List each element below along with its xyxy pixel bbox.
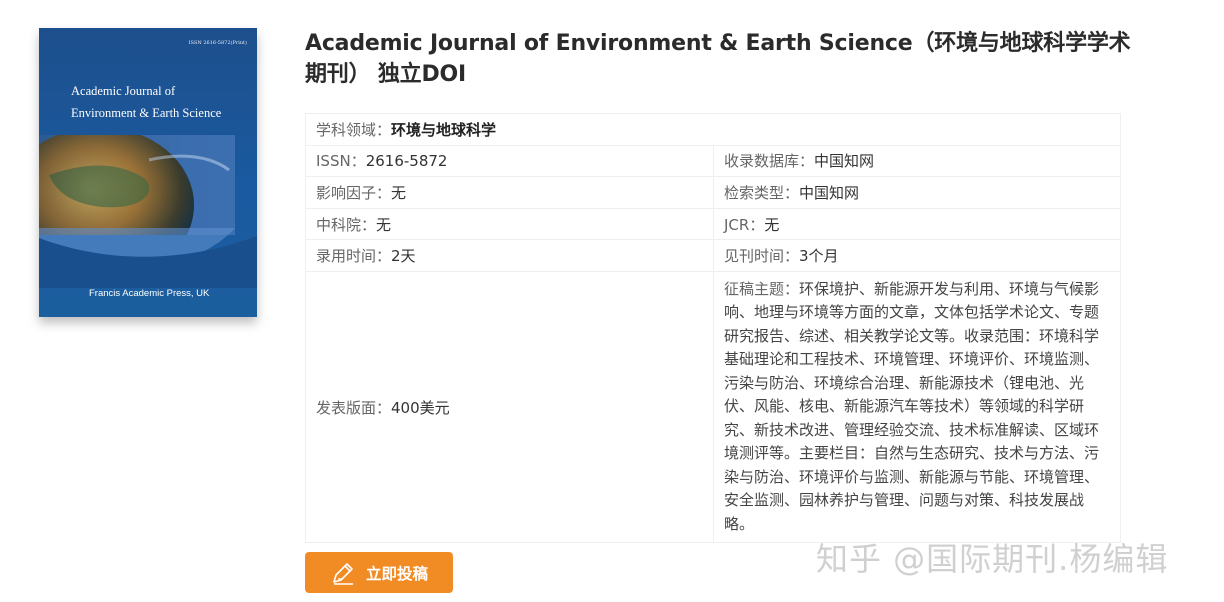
- impact-label: 影响因子：: [316, 183, 392, 202]
- submit-button-label: 立即投稿: [365, 564, 428, 583]
- cas-label: 中科院：: [316, 215, 377, 234]
- jcr-label: JCR：: [724, 215, 765, 234]
- topic-cell: 征稿主题：环保境护、新能源开发与利用、环境与气候影响、地理与环境等方面的文章，文…: [713, 270, 1121, 544]
- topic-label: 征稿主题：: [724, 279, 800, 298]
- table-row: 影响因子：无 检索类型：中国知网: [305, 176, 1121, 209]
- cover-title: Academic Journal of Environment & Earth …: [71, 80, 251, 124]
- database-value: 中国知网: [814, 152, 875, 171]
- table-row: 中科院：无 JCR：无: [305, 207, 1121, 241]
- jcr-value: 无: [764, 215, 780, 234]
- jcr-cell: JCR：无: [713, 207, 1121, 241]
- journal-title: Academic Journal of Environment & Earth …: [305, 31, 1131, 87]
- journal-info-table: 学科领域：环境与地球科学 ISSN：2616-5872 收录数据库：中国知网 影…: [305, 113, 1121, 544]
- search-type-label: 检索类型：: [724, 183, 800, 202]
- field-value: 环境与地球科学: [391, 120, 497, 139]
- cas-cell: 中科院：无: [305, 207, 714, 241]
- topic-value: 环保境护、新能源开发与利用、环境与气候影响、地理与环境等方面的文章，文体包括学术…: [724, 279, 1100, 533]
- accept-time-cell: 录用时间：2天: [305, 239, 714, 272]
- cover-publisher: Francis Academic Press, UK: [89, 288, 210, 299]
- table-row: ISSN：2616-5872 收录数据库：中国知网: [305, 144, 1121, 178]
- watermark: 知乎 @国际期刊.杨编辑: [816, 540, 1169, 578]
- cover-title-line1: Academic Journal of: [71, 84, 176, 98]
- submit-button[interactable]: 立即投稿: [305, 552, 453, 593]
- database-cell: 收录数据库：中国知网: [713, 144, 1121, 178]
- journal-cover[interactable]: ISSN 2616-5872(Print) Academic Journal o…: [39, 28, 257, 317]
- table-row: 录用时间：2天 见刊时间：3个月: [305, 239, 1121, 272]
- fee-label: 发表版面：: [316, 398, 392, 417]
- accept-time-label: 录用时间：: [316, 247, 392, 266]
- pen-icon: [333, 562, 353, 585]
- cas-value: 无: [376, 215, 392, 234]
- field-label: 学科领域：: [316, 120, 392, 139]
- publish-time-value: 3个月: [799, 247, 839, 266]
- impact-value: 无: [391, 183, 407, 202]
- fee-cell: 发表版面：400美元: [305, 270, 714, 544]
- cover-title-line2: Environment & Earth Science: [71, 106, 222, 120]
- earth-globe-icon: [39, 135, 235, 235]
- table-row: 发表版面：400美元 征稿主题：环保境护、新能源开发与利用、环境与气候影响、地理…: [305, 270, 1121, 544]
- publish-time-cell: 见刊时间：3个月: [713, 239, 1121, 272]
- cover-issn: ISSN 2616-5872(Print): [188, 40, 247, 46]
- cover-image: ISSN 2616-5872(Print) Academic Journal o…: [39, 28, 257, 317]
- cover-wave-icon: [39, 228, 257, 288]
- impact-cell: 影响因子：无: [305, 176, 714, 209]
- issn-label: ISSN：: [316, 152, 366, 171]
- accept-time-value: 2天: [391, 247, 416, 266]
- database-label: 收录数据库：: [724, 152, 815, 171]
- fee-value: 400美元: [391, 398, 450, 417]
- issn-value: 2616-5872: [365, 152, 448, 171]
- issn-cell: ISSN：2616-5872: [305, 144, 714, 178]
- field-cell: 学科领域：环境与地球科学: [305, 113, 1121, 146]
- search-type-value: 中国知网: [799, 183, 860, 202]
- publish-time-label: 见刊时间：: [724, 247, 800, 266]
- table-row: 学科领域：环境与地球科学: [305, 113, 1121, 146]
- search-type-cell: 检索类型：中国知网: [713, 176, 1121, 209]
